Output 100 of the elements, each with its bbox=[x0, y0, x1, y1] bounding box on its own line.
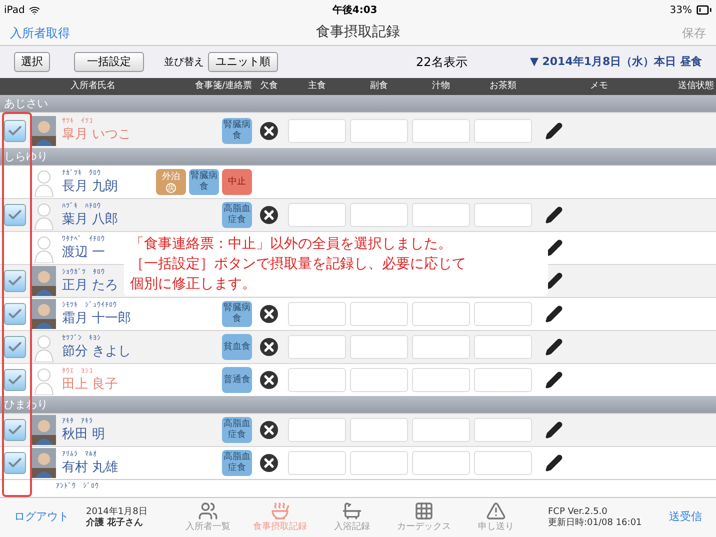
checkbox[interactable] bbox=[4, 303, 26, 325]
diet-badge: 高脂血症食 bbox=[222, 450, 252, 476]
edit-memo-icon[interactable] bbox=[545, 305, 563, 323]
warning-icon bbox=[486, 500, 506, 521]
intake-field[interactable] bbox=[412, 451, 470, 475]
logout-link[interactable]: ログアウト bbox=[14, 509, 86, 526]
tab-bar-item[interactable]: 入所者一覧 bbox=[172, 500, 244, 534]
resident-name: 有村 丸雄 bbox=[62, 458, 118, 476]
skip-meal-icon[interactable] bbox=[260, 421, 278, 439]
intake-field[interactable] bbox=[412, 203, 470, 227]
intake-field[interactable] bbox=[288, 335, 346, 359]
bath-icon bbox=[342, 500, 362, 521]
edit-memo-icon[interactable] bbox=[545, 454, 563, 472]
clock: 午後4:03 bbox=[332, 4, 378, 18]
resident-name: 秋田 明 bbox=[62, 426, 106, 444]
intake-field[interactable] bbox=[474, 418, 532, 442]
battery-percent: 33% bbox=[670, 4, 692, 18]
date-meal-selector[interactable]: ▼ 2014年1月8日（水）本日 昼食 bbox=[530, 54, 702, 70]
skip-meal-icon[interactable] bbox=[260, 338, 278, 356]
resident-name: 節分 きよし bbox=[62, 342, 132, 360]
intake-field[interactable] bbox=[412, 302, 470, 326]
window-title: 食事摂取記録 bbox=[316, 23, 400, 42]
select-button[interactable]: 選択 bbox=[14, 52, 50, 72]
resident-name: 田上 良子 bbox=[62, 376, 118, 394]
column-header: 汁物 bbox=[431, 80, 451, 93]
diet-badge: 高脂血症食 bbox=[222, 417, 252, 443]
intake-field[interactable] bbox=[474, 302, 532, 326]
intake-field[interactable] bbox=[474, 203, 532, 227]
intake-field[interactable] bbox=[474, 335, 532, 359]
stop-badge: 中止 bbox=[222, 169, 252, 195]
skip-meal-icon[interactable] bbox=[260, 206, 278, 224]
column-header: 主食 bbox=[307, 80, 327, 93]
intake-field[interactable] bbox=[412, 335, 470, 359]
skip-meal-icon[interactable] bbox=[260, 305, 278, 323]
resident-name: 渡辺 一 bbox=[62, 244, 106, 262]
tab-bar-item[interactable]: 申し送り bbox=[460, 500, 532, 534]
intake-field[interactable] bbox=[350, 368, 408, 392]
tab-bar-item[interactable]: 入浴記録 bbox=[316, 500, 388, 534]
resident-name: 皐月 いつこ bbox=[62, 126, 132, 144]
diet-badge: 腎臓病食 bbox=[222, 301, 252, 327]
checkbox[interactable] bbox=[4, 419, 26, 441]
column-header: 送信状態 bbox=[677, 80, 715, 93]
footer-date: 2014年1月8日 bbox=[86, 506, 148, 517]
edit-memo-icon[interactable] bbox=[545, 206, 563, 224]
edit-memo-icon[interactable] bbox=[545, 122, 563, 140]
edit-memo-icon[interactable] bbox=[545, 272, 563, 290]
column-header: 副食 bbox=[369, 80, 389, 93]
intake-field[interactable] bbox=[350, 335, 408, 359]
intake-field[interactable] bbox=[474, 368, 532, 392]
intake-field[interactable] bbox=[288, 418, 346, 442]
diet-badge: 腎臓病食 bbox=[222, 118, 252, 144]
device-label: iPad bbox=[4, 4, 25, 18]
column-header: 欠食 bbox=[259, 80, 279, 93]
intake-field[interactable] bbox=[288, 451, 346, 475]
sort-button[interactable]: ユニット順 bbox=[208, 52, 278, 72]
intake-field[interactable] bbox=[412, 118, 470, 142]
user-name: 介護 花子さん bbox=[86, 518, 144, 528]
column-header: 食事箋/連絡票 bbox=[194, 80, 252, 93]
bowl-icon bbox=[270, 500, 290, 521]
intake-field[interactable] bbox=[350, 302, 408, 326]
sync-link[interactable]: 送受信 bbox=[669, 509, 702, 526]
edit-memo-icon[interactable] bbox=[545, 421, 563, 439]
intake-field[interactable] bbox=[350, 203, 408, 227]
checkbox[interactable] bbox=[4, 452, 26, 474]
bulk-set-button[interactable]: 一括設定 bbox=[74, 52, 144, 72]
intake-field[interactable] bbox=[288, 368, 346, 392]
checkbox[interactable] bbox=[4, 369, 26, 391]
edit-memo-icon[interactable] bbox=[545, 239, 563, 257]
column-header: メモ bbox=[589, 80, 609, 93]
updated-time: 更新日時:01/08 16:01 bbox=[548, 518, 642, 528]
intake-field[interactable] bbox=[288, 302, 346, 326]
skip-meal-icon[interactable] bbox=[260, 454, 278, 472]
intake-field[interactable] bbox=[288, 203, 346, 227]
people-icon bbox=[198, 500, 218, 521]
tab-bar-item[interactable]: カーデックス bbox=[388, 500, 460, 534]
intake-field[interactable] bbox=[350, 418, 408, 442]
intake-field[interactable] bbox=[412, 418, 470, 442]
sort-label: 並び替え bbox=[164, 56, 204, 70]
intake-field[interactable] bbox=[350, 451, 408, 475]
resident-name: 葉月 八郎 bbox=[62, 210, 118, 228]
edit-memo-icon[interactable] bbox=[545, 371, 563, 389]
edit-memo-icon[interactable] bbox=[545, 338, 563, 356]
intake-field[interactable] bbox=[474, 118, 532, 142]
intake-field[interactable] bbox=[350, 118, 408, 142]
intake-field[interactable] bbox=[474, 451, 532, 475]
checkbox[interactable] bbox=[4, 270, 26, 292]
grid-icon bbox=[414, 500, 434, 521]
wifi-icon bbox=[28, 4, 40, 16]
checkbox[interactable] bbox=[4, 204, 26, 226]
diet-badge: 高脂血症食 bbox=[222, 202, 252, 228]
checkbox[interactable] bbox=[4, 120, 26, 142]
checkbox[interactable] bbox=[4, 336, 26, 358]
intake-field[interactable] bbox=[288, 118, 346, 142]
skip-meal-icon[interactable] bbox=[260, 122, 278, 140]
resident-name: 長月 九朗 bbox=[62, 178, 118, 196]
intake-field[interactable] bbox=[412, 368, 470, 392]
get-residents-button[interactable]: 入所者取得 bbox=[10, 24, 70, 42]
tab-bar-item[interactable]: 食事摂取記録 bbox=[244, 500, 316, 534]
skip-meal-icon[interactable] bbox=[260, 371, 278, 389]
group-header: あじさい bbox=[0, 95, 716, 112]
